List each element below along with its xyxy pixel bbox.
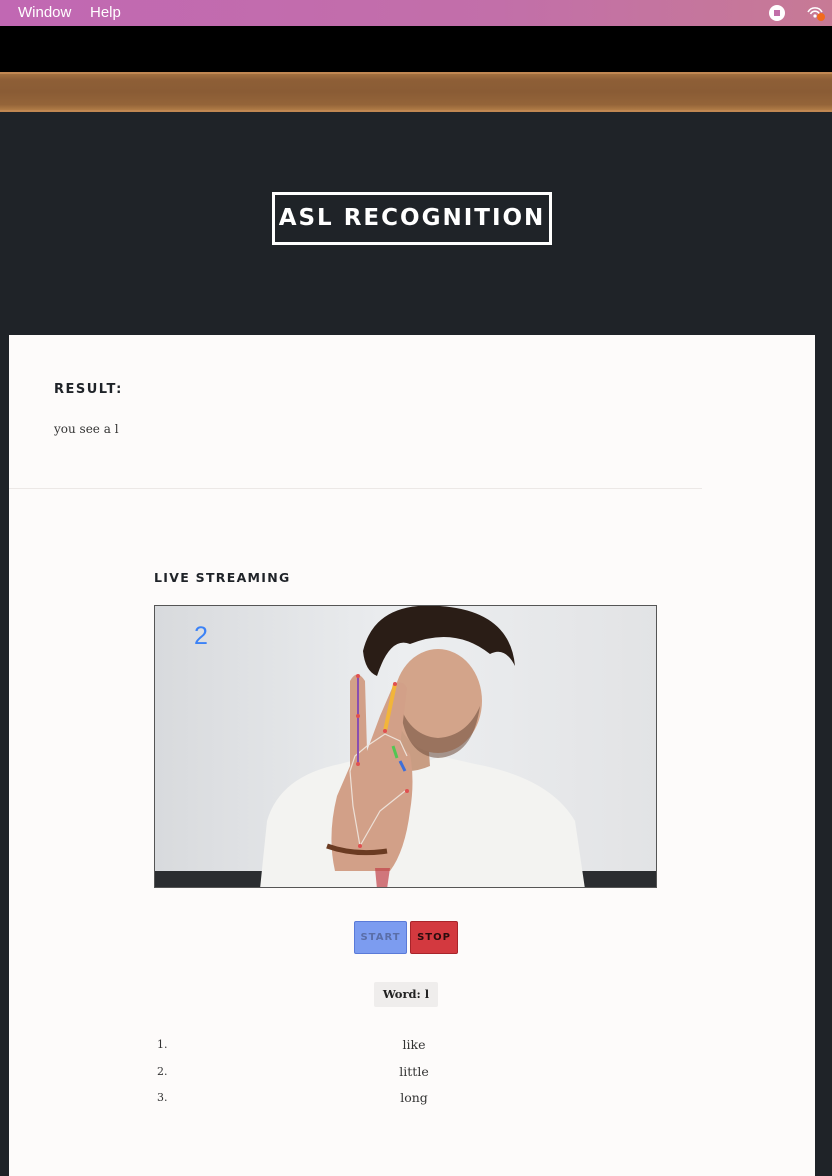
start-button[interactable]: START [354, 921, 407, 954]
result-text: you see a l [54, 422, 119, 436]
section-divider [9, 488, 702, 489]
list-item[interactable]: 2. little [154, 1062, 674, 1089]
list-item-word: little [399, 1063, 429, 1079]
gesture-count-overlay: 2 [194, 622, 208, 650]
stop-record-icon[interactable] [768, 4, 786, 22]
current-word-badge: Word: l [374, 982, 438, 1007]
menu-window[interactable]: Window [18, 4, 71, 21]
decorative-wood-strip [0, 72, 832, 112]
list-item[interactable]: 1. like [154, 1035, 674, 1062]
page-header: ASL RECOGNITION [0, 112, 832, 336]
main-content: RESULT: you see a l LIVE STREAMING 2 STA… [9, 335, 815, 1176]
cast-icon[interactable] [806, 4, 825, 22]
menu-bar: Window Help [0, 0, 832, 26]
list-item[interactable]: 3. long [154, 1088, 674, 1115]
webcam-video-feed: 2 [154, 605, 657, 888]
list-item-word: long [400, 1090, 428, 1105]
result-heading: RESULT: [54, 382, 123, 397]
live-streaming-heading: LIVE STREAMING [154, 570, 291, 585]
page-title: ASL RECOGNITION [272, 192, 552, 245]
video-frame [155, 606, 656, 887]
menu-help[interactable]: Help [90, 4, 121, 21]
list-item-word: like [402, 1037, 426, 1052]
word-suggestions-list: 1. like 2. little 3. long [154, 1035, 674, 1115]
window-top-band [0, 26, 832, 72]
stop-button[interactable]: STOP [410, 921, 458, 954]
